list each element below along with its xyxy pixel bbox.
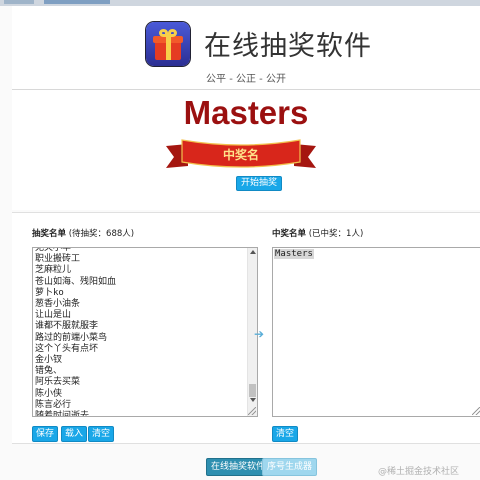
list-item: 陈言必行 bbox=[35, 399, 72, 410]
browser-tab[interactable] bbox=[4, 0, 34, 4]
list-item: 阿乐去买菜 bbox=[35, 377, 81, 388]
scroll-down-icon[interactable] bbox=[250, 398, 256, 402]
list-item: 金小钗 bbox=[35, 355, 63, 366]
gift-box-icon bbox=[146, 22, 190, 66]
resize-grip-icon[interactable] bbox=[472, 407, 480, 415]
list-item: 萝卜ko bbox=[35, 287, 64, 298]
scroll-thumb[interactable] bbox=[249, 384, 256, 397]
app-title: 在线抽奖软件 bbox=[204, 31, 372, 62]
list-item: 路过的前端小菜鸟 bbox=[35, 332, 108, 343]
draw-names: 无关小卒 职业搬砖工 芝麻粒儿 苍山如海、残阳如血 萝卜ko 葱香小油条 让山是山 谁都不服就… bbox=[35, 248, 117, 417]
draw-list-textarea[interactable]: 无关小卒 职业搬砖工 芝麻粒儿 苍山如海、残阳如血 萝卜ko 葱香小油条 让山是山 谁都不服就… bbox=[32, 247, 258, 417]
serial-generator-button[interactable]: 序号生成器 bbox=[262, 458, 318, 476]
save-button[interactable]: 保存 bbox=[32, 426, 59, 442]
online-draw-button[interactable]: 在线抽奖软件 bbox=[206, 458, 271, 476]
browser-tab-active[interactable] bbox=[44, 0, 110, 4]
list-item: 芝麻粒儿 bbox=[35, 265, 72, 276]
lists-panel: 抽奖名单 (待抽奖：688人) 中奖名单 (已中奖：1人) 无关小卒 职业搬砖工芝… bbox=[12, 212, 480, 444]
list-item: 让山是山 bbox=[35, 310, 72, 321]
resize-grip-icon[interactable] bbox=[248, 407, 256, 415]
draw-list-label: 抽奖名单 (待抽奖：688人) bbox=[32, 229, 135, 239]
list-item: 苍山如海、残阳如血 bbox=[35, 276, 117, 287]
list-item: 谁都不服就服李 bbox=[35, 321, 99, 332]
winner-list-label: 中奖名单 (已中奖：1人) bbox=[272, 229, 364, 239]
start-draw-button[interactable]: 开始抽奖 bbox=[236, 176, 283, 191]
scroll-up-icon[interactable] bbox=[250, 250, 256, 254]
app-subtitle: 公平 - 公正 - 公开 bbox=[206, 74, 286, 85]
list-item: 随着时间逝去 bbox=[35, 411, 90, 417]
ribbon-banner: 中奖名 bbox=[166, 139, 316, 168]
app-header: 在线抽奖软件 公平 - 公正 - 公开 bbox=[12, 6, 480, 90]
winner-list-text: Masters bbox=[274, 249, 314, 259]
list-item: 陈小侠 bbox=[35, 388, 63, 399]
list-item: 错兔、 bbox=[35, 366, 63, 377]
list-item: 葱香小油条 bbox=[35, 299, 81, 310]
winner-display: Masters bbox=[183, 94, 309, 131]
watermark: @稀土掘金技术社区 bbox=[378, 467, 460, 477]
list-item: 这个丫头有点坏 bbox=[35, 343, 99, 354]
clear-draw-list-button[interactable]: 清空 bbox=[88, 426, 115, 442]
list-item: 职业搬砖工 bbox=[35, 254, 81, 265]
winner-list-textarea[interactable]: Masters bbox=[272, 247, 480, 417]
ribbon-text: 中奖名 bbox=[223, 147, 259, 162]
clear-winner-list-button[interactable]: 清空 bbox=[272, 426, 299, 442]
draw-stage: Masters 中奖名 开始抽奖 bbox=[12, 90, 480, 210]
load-button[interactable]: 载入 bbox=[61, 426, 88, 442]
arrow-right-icon: ➔ bbox=[254, 327, 265, 341]
